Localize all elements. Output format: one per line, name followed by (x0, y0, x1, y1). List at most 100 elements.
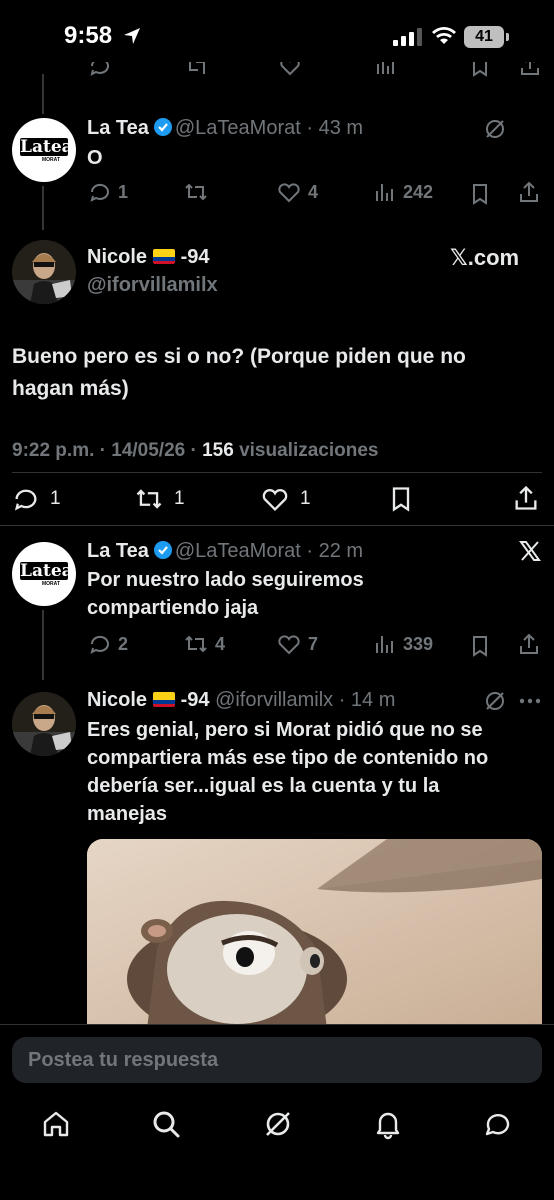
tweet1-header: La Tea @LaTeaMorat · 43 m (87, 117, 363, 140)
main-reply-button[interactable]: 1 (12, 485, 61, 513)
reply1-like-button[interactable]: 7 (276, 632, 318, 656)
source-badge[interactable]: 𝕏.com (450, 245, 519, 271)
reply-count: 1 (118, 181, 129, 202)
views-icon (376, 184, 393, 201)
retweet-count: 4 (215, 633, 226, 654)
bookmark-icon[interactable] (387, 485, 415, 513)
colombia-flag-icon (153, 249, 176, 264)
grok-icon[interactable] (484, 118, 506, 140)
main-tweet-meta: 9:22 p.m. · 14/05/26 · 156 visualizacion… (12, 440, 378, 462)
avatar-nicole[interactable] (12, 692, 76, 756)
reply-count: 1 (50, 488, 61, 509)
tweet-time: · 43 m (306, 117, 364, 139)
verified-badge-icon (153, 118, 172, 136)
main-like-button[interactable]: 1 (260, 485, 311, 513)
status-time: 9:58 (64, 22, 113, 49)
grok-icon[interactable] (262, 1108, 294, 1140)
grok-icon[interactable] (484, 690, 506, 712)
reply-count: 2 (118, 633, 129, 654)
colombia-flag-icon (153, 692, 176, 707)
reply-icon (90, 635, 109, 654)
avatar-la-tea[interactable]: Latea MORAT (12, 118, 76, 182)
views-count: 339 (403, 633, 434, 654)
tweet1-reply-button[interactable]: 1 (88, 180, 128, 204)
reply2-media-image[interactable] (87, 839, 542, 1029)
previous-tweet-actions (0, 62, 554, 80)
signal-icon (393, 28, 422, 46)
like-count: 1 (300, 488, 311, 509)
tweet1-text: O (87, 147, 103, 169)
tweet-time: · 14 m (338, 689, 396, 711)
bookmark-icon[interactable] (468, 634, 492, 658)
avatar-logo-text: Latea (20, 561, 73, 581)
tweet1-views-button[interactable]: 242 (373, 180, 433, 204)
avatar-la-tea[interactable]: Latea MORAT (12, 542, 76, 606)
reply1-header: La Tea @LaTeaMorat · 22 m (87, 540, 363, 563)
author-name-suffix: -94 (180, 689, 210, 711)
x-logo-icon[interactable] (518, 539, 542, 563)
retweet-count: 1 (174, 488, 185, 509)
main-retweet-button[interactable]: 1 (134, 485, 185, 513)
reply1-retweet-button[interactable]: 4 (183, 632, 225, 656)
reply1-reply-button[interactable]: 2 (88, 632, 128, 656)
reply-input[interactable] (12, 1037, 542, 1083)
battery-tip (506, 33, 509, 41)
retweet-icon (136, 489, 162, 509)
main-tweet-header: Nicole -94 (87, 246, 210, 269)
location-arrow-icon (124, 28, 140, 44)
author-name[interactable]: La Tea (87, 117, 149, 139)
thread-line-reply1 (42, 610, 44, 680)
author-name-suffix: -94 (180, 246, 210, 268)
reply-box[interactable] (12, 1037, 542, 1083)
divider (0, 525, 554, 526)
avatar-logo-sub: MORAT (42, 581, 60, 587)
tweet-time: · 22 m (306, 540, 364, 562)
reply2-text-line: Eres genial, pero si Morat pidió que no … (87, 719, 483, 741)
reply1-text: Por nuestro lado seguiremos compartiendo… (87, 566, 364, 622)
reply2-text-line: debería ser...igual es la cuenta y tu la (87, 775, 440, 797)
divider (12, 472, 542, 473)
notifications-icon[interactable] (372, 1108, 404, 1140)
views-count: 156 (202, 440, 234, 461)
views-icon (377, 62, 394, 74)
main-tweet-text: Bueno pero es si o no? (Porque piden que… (12, 341, 466, 405)
author-name[interactable]: La Tea (87, 540, 149, 562)
retweet-icon (185, 635, 207, 653)
author-handle[interactable]: @iforvillamilx (87, 274, 218, 297)
share-icon[interactable] (517, 632, 541, 656)
author-handle[interactable]: @LaTeaMorat (175, 540, 301, 562)
avatar-nicole[interactable] (12, 240, 76, 304)
reply1-text-line: compartiendo jaja (87, 597, 259, 619)
tweet1-retweet-button[interactable] (183, 180, 209, 204)
main-tweet-text-line: Bueno pero es si o no? (Porque piden que… (12, 345, 466, 368)
more-options-icon[interactable] (518, 696, 542, 706)
thread-line-top (42, 74, 44, 114)
share-icon[interactable] (517, 180, 541, 204)
share-icon[interactable] (512, 484, 540, 512)
tweet-timestamp: 9:22 p.m. · 14/05/26 · (12, 440, 203, 461)
author-handle[interactable]: @LaTeaMorat (175, 117, 301, 139)
home-icon[interactable] (40, 1108, 72, 1140)
tweet1-like-button[interactable]: 4 (276, 180, 318, 204)
views-icon (376, 636, 393, 653)
verified-badge-icon (153, 541, 172, 559)
messages-icon[interactable] (482, 1108, 514, 1140)
reply2-header: Nicole -94 @iforvillamilx · 14 m (87, 689, 395, 712)
bookmark-icon[interactable] (468, 182, 492, 206)
author-name[interactable]: Nicole (87, 689, 147, 711)
search-icon[interactable] (150, 1108, 182, 1140)
like-count: 4 (308, 181, 319, 202)
wifi-icon (432, 27, 456, 44)
author-name[interactable]: Nicole (87, 246, 147, 268)
like-icon (280, 62, 300, 76)
reply-icon (90, 62, 109, 76)
views-count: 242 (403, 181, 434, 202)
author-handle[interactable]: @iforvillamilx (215, 689, 333, 711)
reply-icon (90, 183, 109, 202)
like-icon (262, 489, 288, 512)
avatar-logo-text: Latea (20, 137, 73, 157)
reply1-views-button[interactable]: 339 (373, 632, 433, 656)
battery-indicator: 41 (464, 26, 504, 48)
thread-line-tweet1 (42, 186, 44, 230)
retweet-icon (185, 183, 207, 201)
